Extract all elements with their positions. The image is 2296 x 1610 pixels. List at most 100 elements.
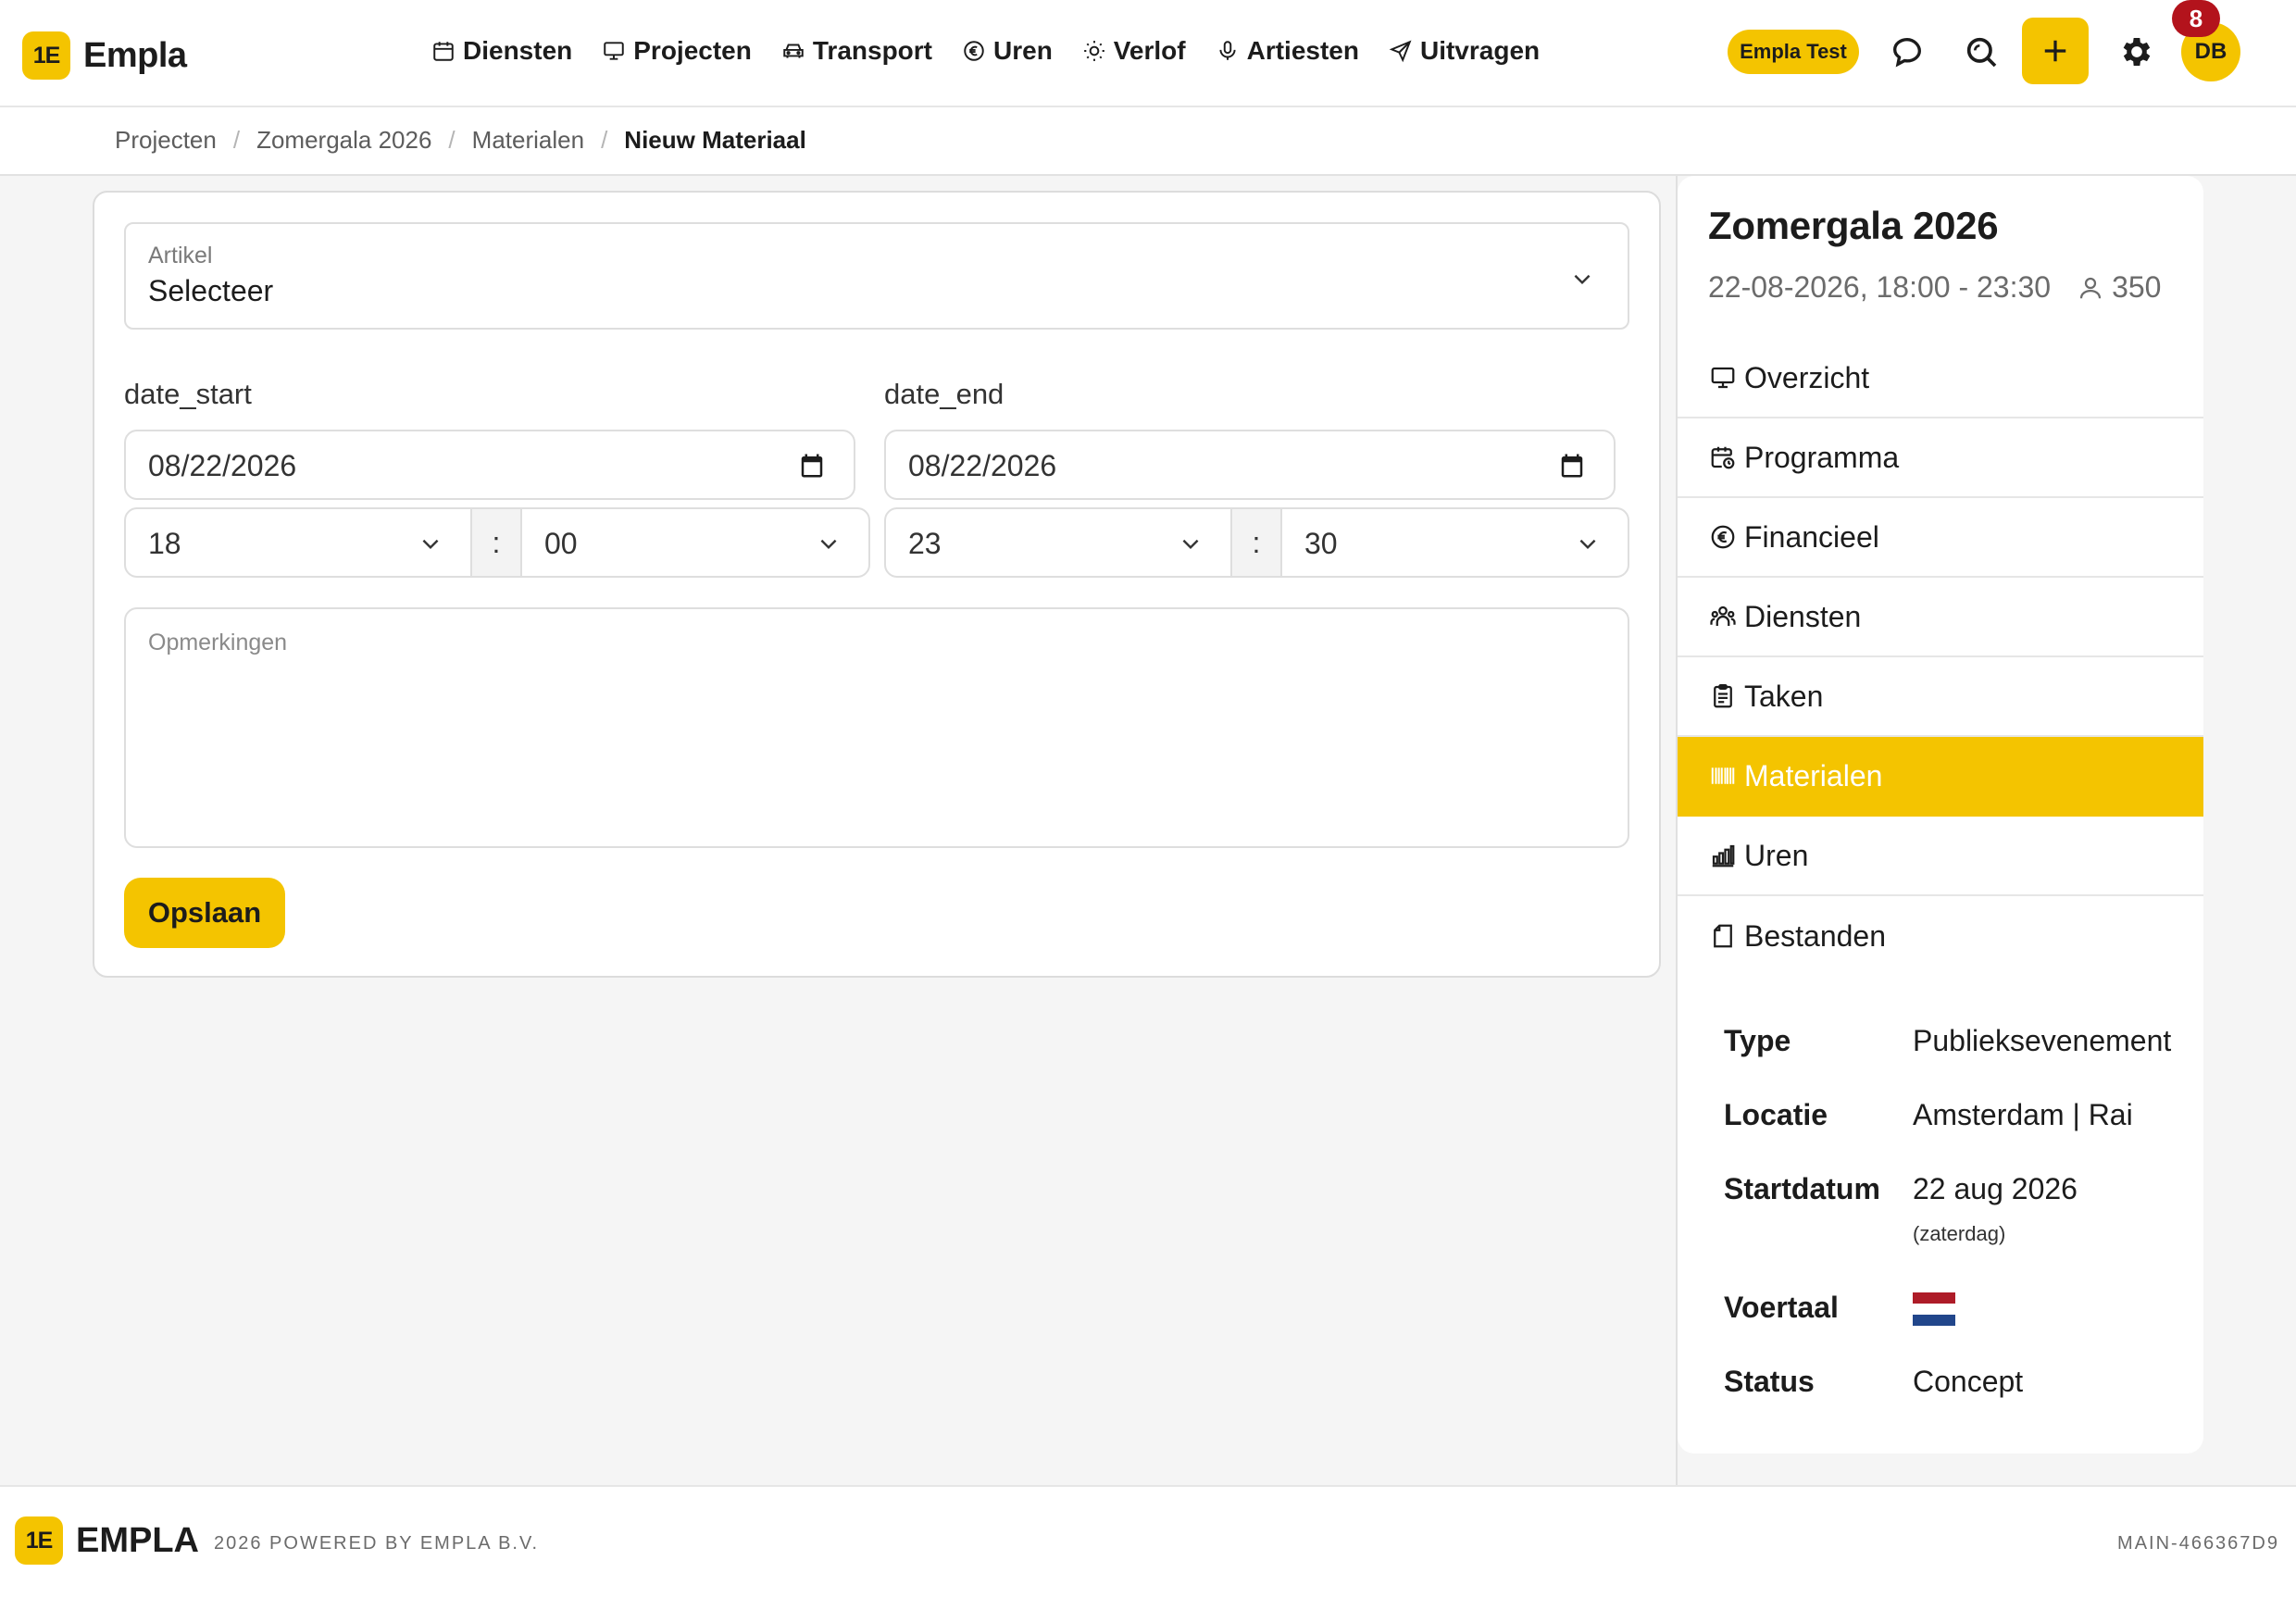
nav-item-artiesten[interactable]: Artiesten [1216,36,1359,66]
project-menu-uren[interactable]: Uren [1678,817,2203,896]
save-button[interactable]: Opslaan [124,878,285,948]
project-menu-programma[interactable]: Programma [1678,418,2203,498]
start-hour-value: 18 [148,527,181,560]
project-menu-label: Materialen [1744,758,1883,793]
monitor-icon [1711,367,1735,389]
calendar-icon [433,42,454,61]
project-menu-financieel[interactable]: Financieel [1678,498,2203,578]
remarks-textarea[interactable]: Opmerkingen [124,607,1629,848]
chat-icon[interactable] [1889,33,1926,70]
send-icon [1389,40,1412,63]
nav-item-transport[interactable]: Transport [781,36,932,66]
footer-powered-by: 2026 POWERED BY EMPLA B.V. [214,1532,540,1554]
nav-item-verlof[interactable]: Verlof [1082,36,1186,66]
breadcrumb-link-materialen[interactable]: Materialen [472,126,584,155]
breadcrumb-separator: / [448,126,455,154]
calendar-icon[interactable] [1558,452,1586,480]
breadcrumb-link-project[interactable]: Zomergala 2026 [256,126,431,155]
gear-icon[interactable] [2118,33,2155,70]
info-key: Status [1724,1365,1815,1398]
end-minute-value: 30 [1304,527,1338,560]
info-key: Locatie [1724,1098,1828,1131]
time-separator: : [470,509,522,576]
bar-chart-icon [1712,844,1735,867]
start-time-group: 18 : 00 [124,507,870,578]
monitor-icon [604,42,624,60]
project-datetime: 22-08-2026, 18:00 - 23:30 [1708,270,2052,304]
info-key: Voertaal [1724,1291,1839,1324]
info-value: Publieksevenement [1913,1024,2172,1057]
project-guests: 350 [2077,270,2161,305]
date-end-input[interactable]: 08/22/2026 [884,430,1616,500]
article-select[interactable]: Artikel Selecteer [124,222,1629,330]
calendar-icon[interactable] [798,452,826,480]
info-value: Concept [1913,1365,2024,1398]
barcode-icon [1711,768,1735,784]
info-subvalue: (zaterdag) [1913,1222,2006,1245]
add-button[interactable] [2022,18,2089,84]
start-hour-select[interactable]: 18 [126,509,470,576]
project-menu-label: Uren [1744,838,1809,872]
project-menu-overzicht[interactable]: Overzicht [1678,339,2203,418]
project-guest-count: 350 [2112,270,2162,304]
date-start-input[interactable]: 08/22/2026 [124,430,855,500]
chevron-down-icon [1182,539,1199,550]
plus-icon [2044,40,2066,62]
info-value: Amsterdam | Rai [1913,1098,2133,1131]
date-start-label: date_start [124,378,252,410]
end-hour-select[interactable]: 23 [886,509,1230,576]
article-select-value: Selecteer [148,274,274,307]
footer-version: MAIN-466367D9 [2117,1533,2279,1554]
project-menu-materialen[interactable]: Materialen [1678,737,2203,817]
start-minute-select[interactable]: 00 [522,509,868,576]
nav-item-uitvragen[interactable]: Uitvragen [1389,36,1540,66]
notification-badge[interactable]: 8 [2172,0,2220,37]
start-minute-value: 00 [544,527,578,560]
project-menu-taken[interactable]: Taken [1678,657,2203,737]
people-icon [1710,605,1736,626]
nav-label: Uitvragen [1419,36,1541,65]
person-icon [2079,277,2102,298]
nav-item-diensten[interactable]: Diensten [431,36,572,66]
end-minute-select[interactable]: 30 [1282,509,1628,576]
netherlands-flag [1913,1292,1955,1326]
app-name: Empla [83,35,187,75]
project-menu-label: Overzicht [1744,360,1870,394]
euro-icon [964,41,984,61]
company-switcher[interactable]: Empla Test [1728,30,1859,74]
nav-item-projecten[interactable]: Projecten [602,36,752,66]
project-menu-label: Programma [1744,440,1900,474]
microphone-icon [1219,41,1236,60]
footer: 1E EMPLA 2026 POWERED BY EMPLA B.V. MAIN… [0,1485,2296,1610]
remarks-placeholder: Opmerkingen [148,630,288,655]
end-hour-value: 23 [908,527,942,560]
footer-logo: 1E EMPLA 2026 POWERED BY EMPLA B.V. [15,1516,539,1565]
project-menu-bestanden[interactable]: Bestanden [1678,896,2203,976]
nav-label: Transport [812,36,932,65]
nav-label: Uren [993,36,1053,65]
chevron-down-icon [422,539,439,550]
euro-icon [1711,525,1735,549]
project-menu-diensten[interactable]: Diensten [1678,578,2203,657]
date-end-value: 08/22/2026 [908,449,1057,482]
project-menu: Overzicht Programma Financieel Diensten … [1678,339,2203,976]
breadcrumb-link-projecten[interactable]: Projecten [115,126,217,155]
search-icon[interactable] [1963,33,2000,70]
car-icon [783,44,804,58]
calendar-clock-icon [1711,446,1735,469]
date-start-value: 08/22/2026 [148,449,297,482]
nav-label: Diensten [463,36,573,65]
project-menu-label: Financieel [1744,519,1879,554]
top-navigation-bar: 1E Empla Diensten Projecten Transport Ur… [0,0,2296,107]
breadcrumb: Projecten / Zomergala 2026 / Materialen … [115,126,806,155]
info-key: Type [1724,1024,1791,1057]
project-meta: 22-08-2026, 18:00 - 23:30 350 [1708,270,2161,305]
time-separator: : [1230,509,1282,576]
app-logo[interactable]: 1E Empla [22,31,187,80]
info-value: 22 aug 2026 [1913,1172,2078,1205]
clipboard-icon [1714,684,1732,708]
nav-item-uren[interactable]: Uren [962,36,1053,66]
breadcrumb-current: Nieuw Materiaal [624,126,806,154]
breadcrumb-bar: Projecten / Zomergala 2026 / Materialen … [0,107,2296,176]
project-title: Zomergala 2026 [1708,204,1999,247]
